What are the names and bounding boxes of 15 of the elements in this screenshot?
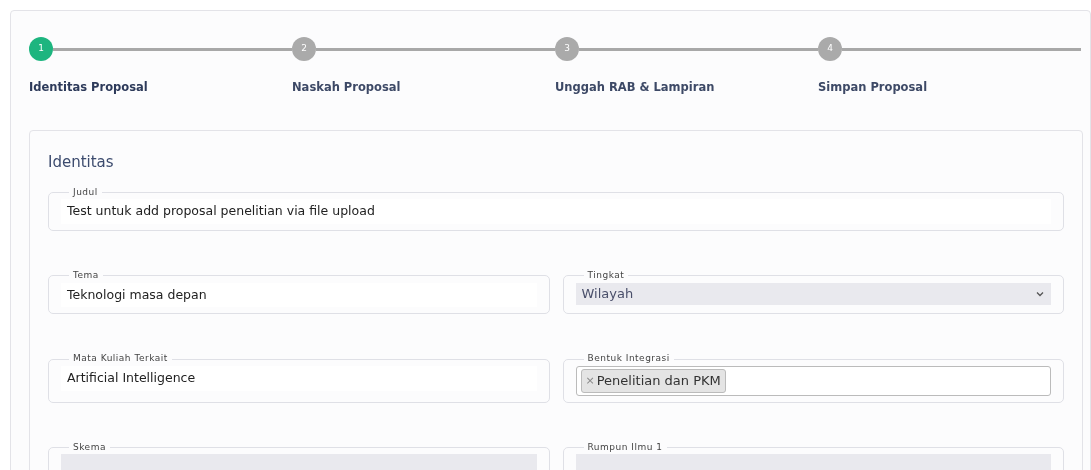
tag-chip[interactable]: ×Penelitian dan PKM <box>580 369 726 393</box>
step-label: Unggah RAB & Lampiran <box>555 79 716 96</box>
field-label: Bentuk Integrasi <box>586 352 671 366</box>
field-label: Tema <box>72 269 100 282</box>
section-title: Identitas <box>48 152 115 174</box>
tags-field[interactable]: ×Penelitian dan PKM <box>575 365 1051 396</box>
select-field[interactable]: Wilayah <box>575 282 1051 305</box>
field-label: Tingkat <box>586 269 626 282</box>
field-label: Mata Kuliah Terkait <box>72 352 169 366</box>
field-label: Skema <box>72 440 107 454</box>
step-label: Identitas Proposal <box>29 79 149 96</box>
step-label: Naskah Proposal <box>292 79 402 96</box>
field-label: Rumpun Ilmu 1 <box>586 440 664 454</box>
field-label: Judul <box>71 185 99 199</box>
step-label: Simpan Proposal <box>818 79 929 96</box>
